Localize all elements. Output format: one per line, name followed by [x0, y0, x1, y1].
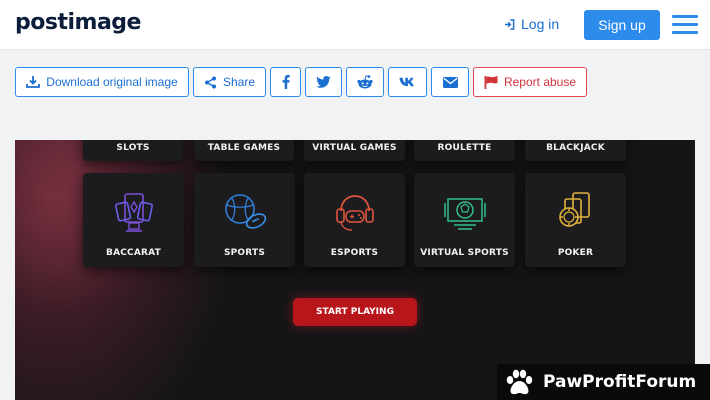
tile-label: VIRTUAL GAMES [312, 143, 397, 153]
signup-button[interactable]: Sign up [584, 10, 660, 40]
tile-label: SPORTS [223, 248, 266, 258]
vk-icon [399, 77, 414, 87]
paw-icon [506, 369, 533, 395]
sign-in-icon [504, 18, 515, 30]
virtual-football-icon [414, 191, 515, 233]
tile-label: POKER [557, 248, 594, 258]
tile-label: BLACKJACK [546, 143, 605, 153]
tile-label: ESPORTS [330, 248, 379, 258]
tile-roulette: ROULETTE [414, 140, 515, 161]
report-abuse-button[interactable]: Report abuse [473, 67, 587, 97]
tile-esports: ESPORTS [304, 173, 405, 267]
vk-share-button[interactable] [388, 67, 427, 97]
tile-label: BACCARAT [106, 248, 161, 258]
sports-balls-icon [194, 191, 295, 233]
reddit-share-button[interactable] [346, 67, 384, 97]
flag-icon [484, 75, 498, 89]
tile-poker: POKER [525, 173, 626, 267]
site-header: postimage Log in Sign up [0, 0, 710, 50]
facebook-share-button[interactable] [270, 67, 301, 97]
tile-blackjack: BLACKJACK [525, 140, 626, 161]
tile-virtual-games: VIRTUAL GAMES [304, 140, 405, 161]
tile-sports: SPORTS [194, 173, 295, 267]
tile-label: VIRTUAL SPORTS [420, 248, 509, 258]
login-label: Log in [521, 16, 560, 32]
email-share-button[interactable] [431, 67, 469, 97]
tile-slots: SLOTS [83, 140, 183, 161]
twitter-share-button[interactable] [305, 67, 342, 97]
watermark-text: PawProfitForum [543, 372, 697, 392]
tile-virtual-sports: VIRTUAL SPORTS [414, 173, 515, 267]
postimage-logo[interactable]: postimage [15, 10, 141, 35]
hosted-image: SLOTS TABLE GAMES VIRTUAL GAMES ROULETTE… [15, 140, 695, 400]
gamer-headset-icon [304, 191, 405, 233]
watermark-banner: PawProfitForum [497, 364, 710, 400]
start-playing-button[interactable]: START PLAYING [293, 298, 417, 326]
share-icon [204, 76, 216, 88]
download-label: Download original image [46, 75, 178, 89]
login-link[interactable]: Log in [504, 16, 559, 32]
menu-icon[interactable] [672, 15, 698, 35]
poker-chip-cards-icon [525, 191, 626, 233]
download-icon [26, 76, 41, 88]
tile-baccarat: BACCARAT [83, 173, 184, 267]
tile-label: TABLE GAMES [207, 143, 281, 153]
facebook-icon [282, 75, 290, 89]
envelope-icon [442, 76, 458, 88]
tile-label: ROULETTE [437, 143, 492, 153]
tile-label: SLOTS [116, 143, 150, 153]
share-label: Share [222, 75, 256, 89]
baccarat-icon [83, 191, 184, 233]
tile-table-games: TABLE GAMES [194, 140, 294, 161]
report-label: Report abuse [503, 75, 577, 89]
download-original-button[interactable]: Download original image [15, 67, 189, 97]
reddit-icon [357, 75, 373, 89]
twitter-icon [316, 76, 331, 88]
share-button[interactable]: Share [193, 67, 266, 97]
